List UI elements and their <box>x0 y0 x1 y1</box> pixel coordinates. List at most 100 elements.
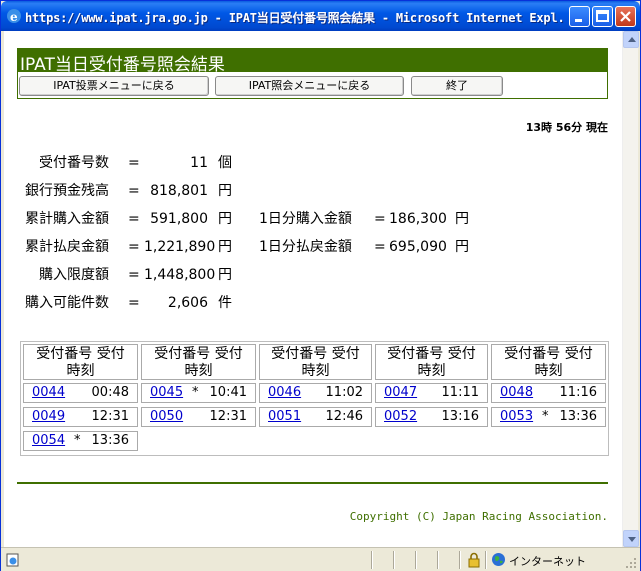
receipt-number-link[interactable]: 0045 <box>150 385 183 400</box>
header-line: 時刻 <box>66 363 95 379</box>
table-cell: 0050 12:31 <box>141 407 256 427</box>
status-separator <box>437 551 439 569</box>
table-cell: 0051 12:46 <box>259 407 372 427</box>
summary-unit: 円 <box>218 183 232 199</box>
receipt-number-link[interactable]: 0048 <box>500 385 533 400</box>
summary-value: 1,221,890 <box>144 239 216 255</box>
receipt-number-link[interactable]: 0044 <box>32 385 65 400</box>
receipt-table: 受付番号 受付 時刻 受付番号 受付 時刻 受付番号 受付 時刻 受付番号 受付 時刻 … <box>20 341 609 456</box>
receipt-time: 13:36 <box>559 409 597 424</box>
summary-value: 818,801 <box>150 183 208 199</box>
footer-divider <box>17 482 608 484</box>
summary-label: 累計払戻金額 <box>25 239 109 255</box>
table-header: 受付番号 受付 時刻 <box>375 344 488 380</box>
summary-value: 2,606 <box>167 295 208 311</box>
header-line: 受付番号 受付 <box>154 346 243 362</box>
daily-label: 1日分払戻金額 <box>259 239 352 255</box>
back-to-inquiry-menu-button[interactable]: IPAT照会メニューに戻る <box>215 76 404 96</box>
internet-explorer-icon: e <box>7 9 21 24</box>
security-zone-label: インターネット <box>509 555 586 568</box>
receipt-number-link[interactable]: 0053 <box>500 409 533 424</box>
header-line: 受付番号 受付 <box>271 346 360 362</box>
receipt-time: 11:16 <box>559 385 597 400</box>
receipt-number-link[interactable]: 0052 <box>384 409 417 424</box>
scroll-up-button[interactable] <box>623 31 639 48</box>
summary-label: 銀行預金残高 <box>25 183 109 199</box>
summary-equals: = <box>128 211 140 227</box>
current-time: 13時 56分 現在 <box>525 121 608 134</box>
receipt-number-link[interactable]: 0046 <box>268 385 301 400</box>
close-button[interactable] <box>615 6 636 27</box>
receipt-number-link[interactable]: 0054 <box>32 433 65 448</box>
summary-equals: = <box>128 183 140 199</box>
header-line: 受付番号 受付 <box>36 346 125 362</box>
receipt-number-link[interactable]: 0049 <box>32 409 65 424</box>
table-cell: 0049 12:31 <box>23 407 138 427</box>
vertical-scrollbar[interactable] <box>622 31 639 547</box>
table-cell: 0044 00:48 <box>23 383 138 403</box>
exit-button[interactable]: 終了 <box>411 76 503 96</box>
minimize-icon <box>575 19 582 22</box>
summary-label: 受付番号数 <box>39 155 109 171</box>
table-cell: 0045 * 10:41 <box>141 383 256 403</box>
daily-unit: 円 <box>455 239 469 255</box>
summary-row: 累計購入金額 = 591,800 円 1日分購入金額 = 186,300 円 <box>4 209 604 229</box>
receipt-number-link[interactable]: 0050 <box>150 409 183 424</box>
header-line: 時刻 <box>184 363 213 379</box>
summary-label: 購入限度額 <box>39 267 109 283</box>
daily-value: 695,090 <box>389 239 447 255</box>
lock-icon <box>468 552 480 568</box>
header-line: 受付番号 受付 <box>387 346 476 362</box>
status-separator <box>415 551 417 569</box>
header-line: 時刻 <box>417 363 446 379</box>
summary-unit: 円 <box>218 267 232 283</box>
table-header: 受付番号 受付 時刻 <box>141 344 256 380</box>
header-line: 時刻 <box>534 363 563 379</box>
table-header: 受付番号 受付 時刻 <box>491 344 606 380</box>
summary-row: 購入可能件数 = 2,606 件 <box>4 293 604 313</box>
receipt-time: 12:31 <box>209 409 247 424</box>
page-viewport: IPAT当日受付番号照会結果 IPAT投票メニューに戻る IPAT照会メニューに… <box>4 31 622 547</box>
receipt-mark: * <box>192 385 199 400</box>
table-cell: 0052 13:16 <box>375 407 488 427</box>
summary-label: 累計購入金額 <box>25 211 109 227</box>
summary-value: 1,448,800 <box>144 267 216 283</box>
receipt-time: 12:46 <box>325 409 363 424</box>
summary-unit: 円 <box>218 239 232 255</box>
status-bar: インターネット <box>1 547 640 571</box>
daily-equals: = <box>374 211 386 227</box>
receipt-time: 12:31 <box>91 409 129 424</box>
scroll-down-button[interactable] <box>623 530 639 547</box>
page-header: IPAT当日受付番号照会結果 IPAT投票メニューに戻る IPAT照会メニューに… <box>17 48 608 99</box>
daily-value: 186,300 <box>389 211 447 227</box>
receipt-number-link[interactable]: 0047 <box>384 385 417 400</box>
summary-unit: 個 <box>218 155 232 171</box>
status-separator <box>459 551 461 569</box>
daily-unit: 円 <box>455 211 469 227</box>
summary-label: 購入可能件数 <box>25 295 109 311</box>
receipt-time: 11:02 <box>325 385 363 400</box>
receipt-time: 10:41 <box>209 385 247 400</box>
table-cell: 0053 * 13:36 <box>491 407 606 427</box>
window-title: https://www.ipat.jra.go.jp - IPAT当日受付番号照… <box>25 11 565 25</box>
status-separator <box>485 551 487 569</box>
summary-row: 受付番号数 = 11 個 <box>4 153 604 173</box>
table-cell: 0047 11:11 <box>375 383 488 403</box>
summary-unit: 件 <box>218 295 232 311</box>
status-separator <box>393 551 395 569</box>
back-to-vote-menu-button[interactable]: IPAT投票メニューに戻る <box>19 76 209 96</box>
receipt-number-link[interactable]: 0051 <box>268 409 301 424</box>
table-cell: 0048 11:16 <box>491 383 606 403</box>
svg-text:e: e <box>10 10 18 24</box>
receipt-time: 13:36 <box>91 433 129 448</box>
receipt-time: 11:11 <box>441 385 479 400</box>
title-bar[interactable]: e https://www.ipat.jra.go.jp - IPAT当日受付番… <box>1 1 640 31</box>
receipt-mark: * <box>542 409 549 424</box>
resize-grip-icon[interactable] <box>625 557 637 569</box>
summary-equals: = <box>128 155 140 171</box>
minimize-button[interactable] <box>569 6 590 27</box>
daily-label: 1日分購入金額 <box>259 211 352 227</box>
table-header: 受付番号 受付 時刻 <box>259 344 372 380</box>
maximize-button[interactable] <box>592 6 613 27</box>
page-done-icon <box>6 553 19 567</box>
